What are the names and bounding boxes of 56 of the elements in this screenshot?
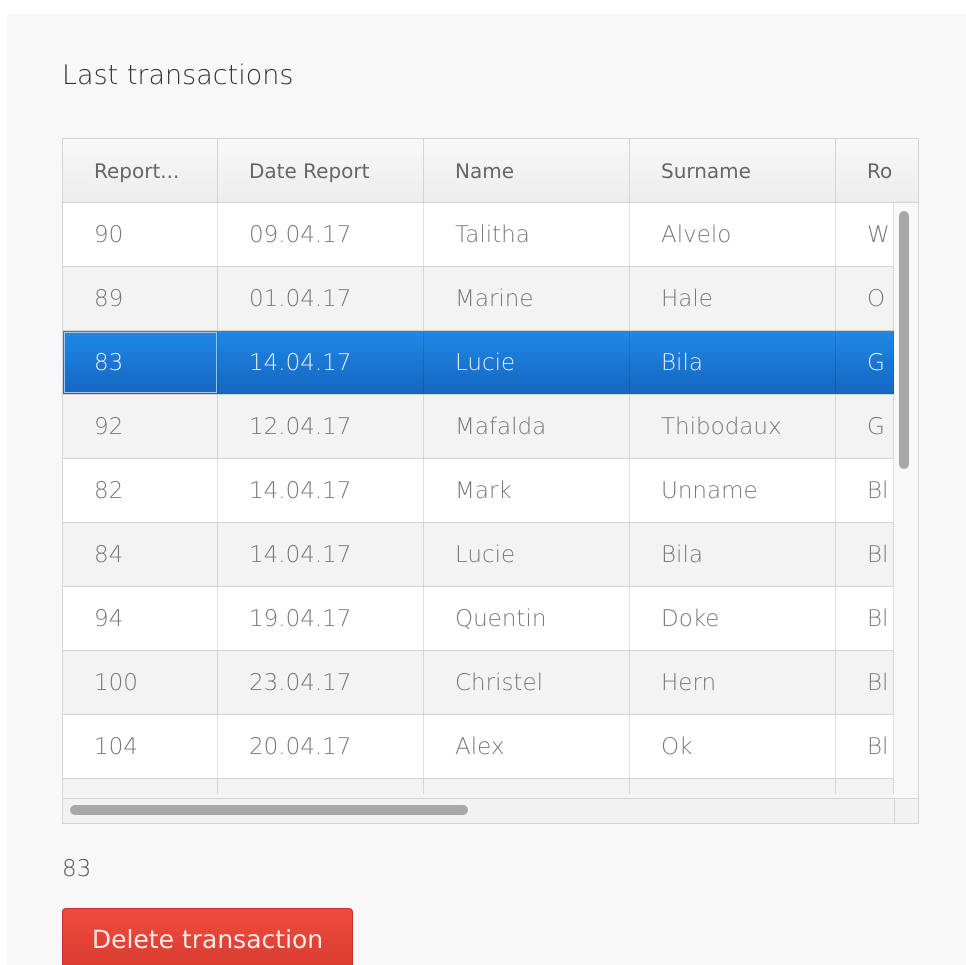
table-cell: Talitha: [424, 203, 630, 266]
table-cell: 01.04.17: [218, 267, 424, 330]
table-cell: Thibodaux: [630, 395, 836, 458]
section-title: Last transactions: [62, 59, 294, 93]
table-cell: 82: [63, 459, 218, 522]
table-cell: Ok: [630, 715, 836, 778]
table-cell: 12.04.17: [218, 395, 424, 458]
table-cell: Bila: [630, 331, 836, 394]
table-cell: 90: [63, 203, 218, 266]
column-header[interactable]: Report...: [63, 139, 218, 202]
scrollbar-thumb[interactable]: [899, 211, 909, 469]
table-cell: 19.04.17: [218, 587, 424, 650]
table-row[interactable]: 104 20.04.17 Alex Ok Bl: [63, 715, 894, 779]
column-header[interactable]: Ro: [836, 139, 918, 202]
table-cell: 14.04.17: [218, 459, 424, 522]
table-cell: Mafalda: [424, 395, 630, 458]
table-cell: Alvelo: [630, 203, 836, 266]
table-row[interactable]: 84 14.04.17 Lucie Bila Bl: [63, 523, 894, 587]
table-cell: Lucie: [424, 523, 630, 586]
table-row[interactable]: 90 09.04.17 Talitha Alvelo W: [63, 203, 894, 267]
table-row[interactable]: 92 12.04.17 Mafalda Thibodaux G: [63, 395, 894, 459]
column-header[interactable]: Date Report: [218, 139, 424, 202]
table-cell: Lucie: [424, 331, 630, 394]
table-cell: 83: [63, 331, 218, 394]
table-cell: Hern: [630, 651, 836, 714]
table-cell: 84: [63, 523, 218, 586]
table-cell: Marine: [424, 267, 630, 330]
table-cell: 20.04.17: [218, 715, 424, 778]
table-row[interactable]: 100 23.04.17 Christel Hern Bl: [63, 651, 894, 715]
table-cell: 89: [63, 267, 218, 330]
table-cell: Alex: [424, 715, 630, 778]
column-header[interactable]: Surname: [630, 139, 836, 202]
column-header[interactable]: Name: [424, 139, 630, 202]
table-cell: 94: [63, 587, 218, 650]
scrollbar-thumb[interactable]: [70, 805, 468, 815]
table-cell: Christel: [424, 651, 630, 714]
table-cell: Doke: [630, 587, 836, 650]
table-cell: 100: [63, 651, 218, 714]
table-row[interactable]: 94 19.04.17 Quentin Doke Bl: [63, 587, 894, 651]
table-cell: Unname: [630, 459, 836, 522]
table-cell: 09.04.17: [218, 203, 424, 266]
table-row[interactable]: 89 01.04.17 Marine Hale O: [63, 267, 894, 331]
table-cell: 92: [63, 395, 218, 458]
table-cell: 104: [63, 715, 218, 778]
table-cell: 14.04.17: [218, 331, 424, 394]
table-cell: 23.04.17: [218, 651, 424, 714]
table-cell: Quentin: [424, 587, 630, 650]
table-cell: 14.04.17: [218, 523, 424, 586]
table-cell: Hale: [630, 267, 836, 330]
table-cell: Mark: [424, 459, 630, 522]
selected-value: 83: [62, 855, 92, 884]
table-cell: Bila: [630, 523, 836, 586]
vertical-scrollbar[interactable]: [894, 203, 918, 798]
table-row[interactable]: 82 14.04.17 Mark Unname Bl: [63, 459, 894, 523]
table-row[interactable]: 83 14.04.17 Lucie Bila G: [63, 331, 894, 395]
delete-button[interactable]: Delete transaction: [62, 908, 353, 965]
